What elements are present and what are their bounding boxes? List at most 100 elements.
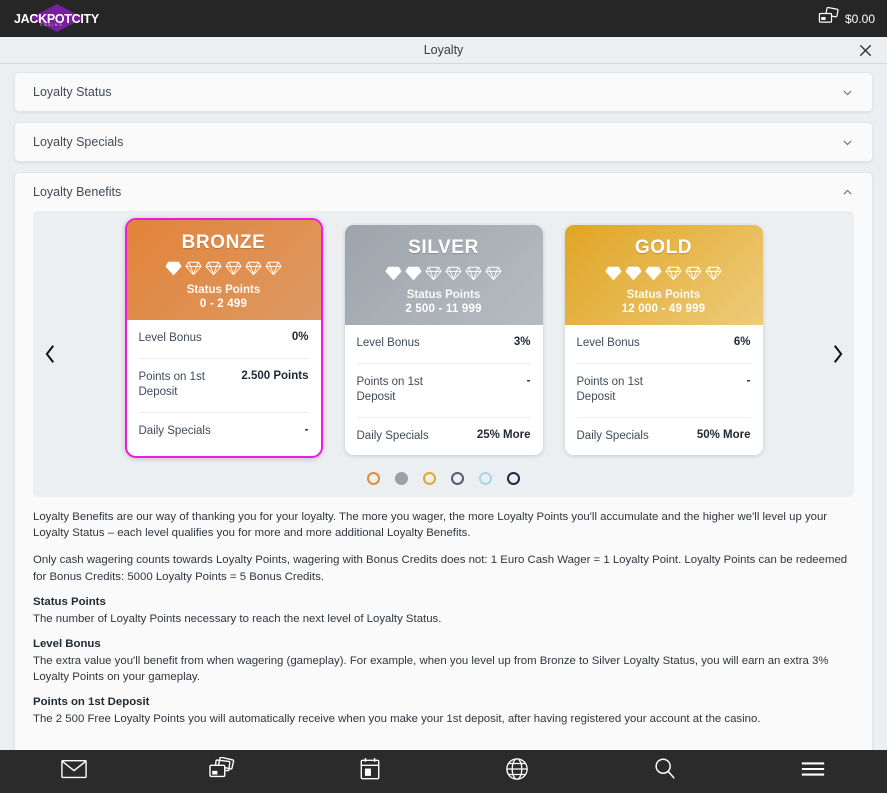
accordion-body: BRONZE Status Points 0 - 2 499 Level Bonus 0…	[15, 211, 872, 750]
search-icon	[653, 757, 677, 786]
section-text: The extra value you'll benefit from when…	[33, 655, 829, 684]
description-paragraph-1: Loyalty Benefits are our way of thanking…	[33, 511, 828, 540]
scroll-content[interactable]: Loyalty Status Loyalty Specials Loyalty …	[0, 64, 887, 750]
nav-mail[interactable]	[0, 750, 148, 793]
tier-card-header: SILVER Status Points 2 500 - 11 999	[344, 225, 543, 325]
benefit-value: 25% More	[476, 428, 531, 441]
benefit-row: Daily Specials -	[139, 413, 309, 451]
tier-name: GOLD	[634, 237, 693, 258]
tier-card-bronze[interactable]: BRONZE Status Points 0 - 2 499 Level Bonus 0…	[124, 218, 323, 459]
status-points-label: Status Points	[186, 284, 261, 296]
section-status-points: Status Points The number of Loyalty Poin…	[33, 596, 854, 627]
benefit-row: Points on 1st Deposit -	[356, 364, 531, 418]
window-title-bar: Loyalty	[0, 37, 887, 64]
benefit-value: 50% More	[696, 428, 751, 441]
accordion-label: Loyalty Specials	[33, 135, 124, 149]
tier-card-header: GOLD Status Points 12 000 - 49 999	[564, 225, 763, 325]
benefit-value: 3%	[513, 336, 531, 348]
calendar-icon	[359, 757, 381, 786]
nav-banking[interactable]	[148, 750, 296, 793]
section-level-bonus: Level Bonus The extra value you'll benef…	[33, 638, 854, 685]
tier-card-gold[interactable]: GOLD Status Points 12 000 - 49 999 Level Bo…	[564, 225, 763, 456]
benefit-row: Level Bonus 3%	[356, 325, 531, 364]
benefit-row: Level Bonus 0%	[138, 320, 309, 359]
status-points-range: 12 000 - 49 999	[621, 303, 706, 315]
accordion-header[interactable]: Loyalty Status	[15, 73, 872, 111]
accordion-loyalty-specials[interactable]: Loyalty Specials	[14, 122, 873, 162]
benefit-row: Points on 1st Deposit -	[576, 364, 751, 418]
benefit-label: Level Bonus	[356, 337, 420, 349]
tier-gems	[353, 266, 535, 281]
status-points-range: 0 - 2 499	[199, 298, 248, 310]
tier-gems	[135, 261, 313, 276]
nav-games[interactable]	[443, 750, 591, 793]
benefit-label: Points on 1st Deposit	[356, 375, 423, 404]
accordion-label: Loyalty Status	[33, 85, 112, 99]
section-heading: Points on 1st Deposit	[33, 696, 150, 709]
benefit-value: 6%	[733, 336, 751, 348]
benefit-value: -	[526, 374, 531, 387]
benefit-row: Points on 1st Deposit 2.500 Points	[138, 359, 309, 413]
accordion-loyalty-status[interactable]: Loyalty Status	[14, 72, 873, 112]
envelope-icon	[61, 759, 87, 784]
dot-silver[interactable]	[395, 472, 408, 486]
hamburger-icon	[800, 759, 826, 784]
cards-icon	[208, 756, 236, 786]
dot-bronze[interactable]	[367, 472, 380, 486]
benefit-label: Points on 1st Deposit	[576, 375, 643, 404]
tier-name: SILVER	[408, 237, 479, 258]
nav-promotions[interactable]	[296, 750, 444, 793]
brand-logo[interactable]: JACKPOTCITY CASINO	[12, 0, 99, 37]
chevron-down-icon[interactable]	[840, 85, 854, 99]
chevron-right-icon[interactable]	[826, 339, 848, 369]
benefit-label: Daily Specials	[138, 424, 211, 437]
benefit-label: Level Bonus	[576, 337, 640, 349]
section-text: The 2 500 Free Loyalty Points you will a…	[33, 713, 761, 726]
benefit-label: Daily Specials	[356, 429, 429, 442]
section-points-on-1st-deposit: Points on 1st Deposit The 2 500 Free Loy…	[33, 696, 854, 727]
accordion-loyalty-benefits[interactable]: Loyalty Benefits BRONZE Status Points 0 …	[14, 172, 873, 750]
benefit-row: Daily Specials 50% More	[577, 418, 751, 456]
accordion-label: Loyalty Benefits	[33, 185, 122, 199]
accordion-header[interactable]: Loyalty Benefits	[15, 173, 872, 211]
benefit-value: 2.500 Points	[241, 369, 309, 382]
chevron-up-icon[interactable]	[840, 185, 854, 199]
dot-platinum[interactable]	[451, 472, 464, 486]
benefit-label: Level Bonus	[138, 332, 202, 344]
benefit-row: Daily Specials 25% More	[357, 418, 531, 456]
page-title: Loyalty	[423, 43, 464, 57]
benefit-value: -	[746, 374, 751, 387]
bottom-navigation	[0, 750, 887, 793]
status-points-range: 2 500 - 11 999	[405, 303, 482, 315]
balance-amount: $0.00	[844, 11, 875, 26]
carousel-dots[interactable]	[33, 472, 854, 486]
top-bar: JACKPOTCITY CASINO $0.00	[0, 0, 887, 37]
section-text: The number of Loyalty Points necessary t…	[33, 612, 442, 625]
dot-gold[interactable]	[423, 472, 436, 486]
description-paragraph-2: Only cash wagering counts towards Loyalt…	[33, 554, 848, 583]
balance-button[interactable]: $0.00	[818, 6, 875, 31]
chevron-down-icon[interactable]	[840, 135, 854, 149]
loyalty-tier-carousel[interactable]: BRONZE Status Points 0 - 2 499 Level Bonus 0…	[33, 211, 854, 498]
chevron-left-icon[interactable]	[39, 339, 61, 369]
nav-search[interactable]	[591, 750, 739, 793]
tier-card-list: BRONZE Status Points 0 - 2 499 Level Bonus 0…	[33, 218, 854, 459]
dot-privilege[interactable]	[507, 472, 520, 486]
benefit-label: Daily Specials	[576, 429, 649, 442]
section-heading: Level Bonus	[33, 638, 101, 650]
dot-diamond[interactable]	[479, 472, 492, 486]
tier-benefit-list: Level Bonus 0% Points on 1st Deposit 2.500 …	[126, 320, 321, 451]
tier-name: BRONZE	[181, 232, 266, 253]
accordion-header[interactable]: Loyalty Specials	[15, 123, 872, 161]
benefit-value: -	[304, 423, 309, 436]
benefit-row: Level Bonus 6%	[576, 325, 751, 364]
benefit-value: 0%	[291, 331, 309, 343]
globe-icon	[505, 757, 529, 786]
close-icon[interactable]	[855, 40, 875, 60]
status-points-label: Status Points	[406, 289, 481, 301]
tier-card-header: BRONZE Status Points 0 - 2 499	[126, 220, 321, 320]
tier-card-silver[interactable]: SILVER Status Points 2 500 - 11 999 Level B…	[344, 225, 543, 456]
section-heading: Status Points	[33, 595, 106, 608]
cards-icon	[818, 6, 839, 31]
nav-menu[interactable]	[739, 750, 887, 793]
